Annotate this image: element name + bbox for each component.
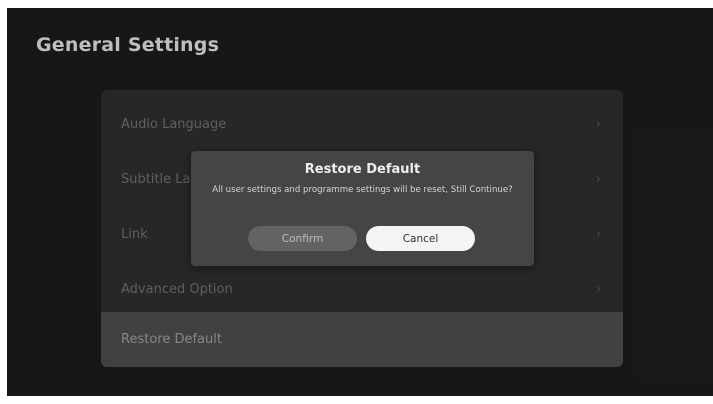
confirm-button[interactable]: Confirm (248, 226, 357, 251)
cancel-button[interactable]: Cancel (366, 226, 475, 251)
dialog-message: All user settings and programme settings… (212, 185, 513, 195)
tv-screen: General Settings Audio Language › Subtit… (7, 8, 713, 396)
dialog-title: Restore Default (304, 162, 421, 177)
restore-default-dialog: Restore Default All user settings and pr… (191, 151, 534, 266)
